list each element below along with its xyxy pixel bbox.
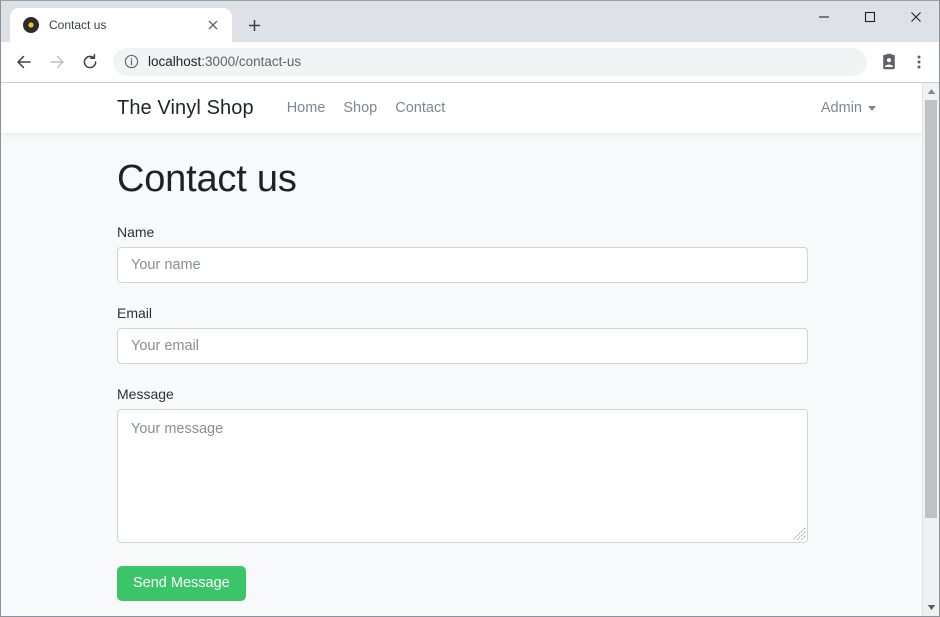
chevron-down-icon [868, 105, 876, 111]
scroll-up-arrow-icon[interactable] [923, 83, 939, 100]
vinyl-record-icon [23, 17, 39, 33]
nav-link-contact[interactable]: Contact [386, 100, 454, 116]
browser-toolbar: localhost:3000/contact-us [1, 42, 939, 82]
nav-link-home[interactable]: Home [278, 100, 335, 116]
field-name: Name [117, 224, 922, 283]
address-bar[interactable]: localhost:3000/contact-us [113, 47, 867, 76]
label-message: Message [117, 385, 174, 402]
nav-link-shop[interactable]: Shop [334, 100, 386, 116]
message-wrapper [117, 408, 808, 543]
tab-title: Contact us [49, 18, 107, 32]
info-circle-icon[interactable] [124, 54, 139, 69]
browser-window: Contact us localhost:3000/contact-us The… [0, 0, 940, 617]
page-content: Contact us Name Email Message [1, 133, 922, 602]
reload-icon[interactable] [75, 47, 105, 77]
back-arrow-icon[interactable] [9, 47, 39, 77]
account-card-icon[interactable] [875, 48, 903, 76]
scroll-down-arrow-icon[interactable] [923, 599, 939, 616]
send-message-button[interactable]: Send Message [117, 565, 246, 602]
site-brand[interactable]: The Vinyl Shop [117, 97, 254, 120]
url-host: localhost [148, 54, 202, 69]
forward-arrow-icon [42, 47, 72, 77]
window-close-icon[interactable] [893, 1, 939, 33]
name-input[interactable] [117, 246, 808, 283]
scrollbar-track[interactable] [923, 100, 939, 599]
minimize-icon[interactable] [801, 1, 847, 33]
new-tab-button[interactable] [240, 11, 268, 39]
field-email: Email [117, 305, 922, 364]
admin-label: Admin [820, 100, 862, 116]
label-email: Email [117, 304, 153, 321]
scrollbar-thumb[interactable] [925, 100, 937, 518]
browser-tab[interactable]: Contact us [10, 8, 232, 42]
page-scrollbar[interactable] [922, 83, 939, 616]
site-nav-links: Home Shop Contact [278, 100, 455, 116]
web-page: The Vinyl Shop Home Shop Contact Admin C… [1, 83, 922, 616]
field-message: Message [117, 386, 922, 543]
page-viewport: The Vinyl Shop Home Shop Contact Admin C… [1, 82, 939, 616]
email-input[interactable] [117, 327, 808, 364]
label-name: Name [117, 223, 155, 240]
window-controls [801, 1, 939, 42]
url-text: localhost:3000/contact-us [148, 54, 301, 69]
url-path: :3000/contact-us [201, 54, 302, 69]
page-title: Contact us [117, 158, 297, 200]
site-navbar: The Vinyl Shop Home Shop Contact Admin [1, 83, 922, 133]
close-icon[interactable] [203, 15, 223, 35]
browser-titlebar: Contact us [1, 1, 939, 42]
admin-dropdown[interactable]: Admin [821, 100, 898, 116]
message-textarea[interactable] [117, 408, 808, 543]
three-dot-menu-icon[interactable] [905, 48, 933, 76]
maximize-icon[interactable] [847, 1, 893, 33]
